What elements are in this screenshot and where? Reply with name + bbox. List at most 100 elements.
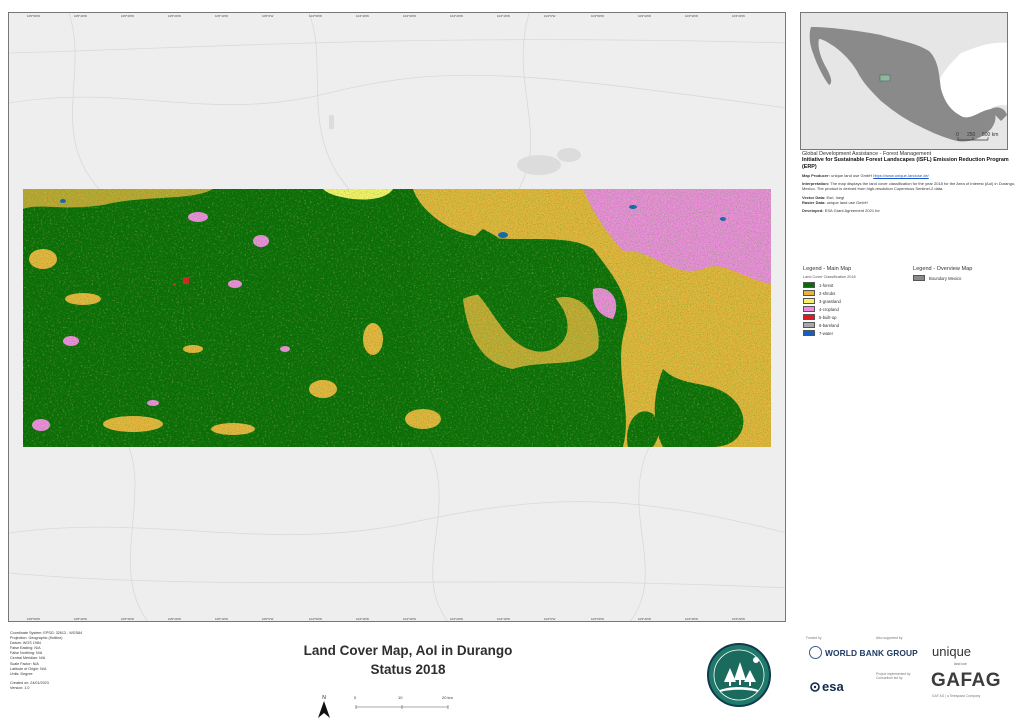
overview-map[interactable]: 0 250 500 km [800,12,1008,150]
legend-item-water: 7-water [803,329,913,337]
supported-by-caption: Also supported by [876,636,903,640]
legend-item-built-up: 5-built-up [803,313,913,321]
legend-item-boundary-mexico: Boundary Mexico [913,274,1013,282]
project-name: Initiative for Sustainable Forest Landsc… [802,157,1009,170]
tick-label-bottom: 104°50'W [309,617,322,621]
legend-swatch [803,322,815,328]
tick-label-top: 104°50'W [309,14,322,18]
producer-text: unique land use GmbH [831,173,873,179]
legend-main-title: Legend - Main Map [803,266,852,272]
legend-item-bareland: 6-bareland [803,321,913,329]
legend-label: 1-forest [819,282,834,288]
legend-overview-title: Legend - Overview Map [913,266,973,272]
esa-mark-icon [810,681,820,692]
raster-data-label: Raster Data: [802,199,826,205]
north-label: N [322,695,326,701]
tick-label-top: 104°0'W [544,14,556,18]
tick-label-bottom: 104°20'W [450,617,463,621]
legend-label: 2-shrubs [819,290,836,296]
tick-label-top: 104°10'W [497,14,510,18]
developed-text: ESA Grant Agreement 2021 for [824,208,880,214]
tick-label-top: 105°10'W [215,14,228,18]
legend-label: 7-water [819,330,833,336]
tick-label-bottom: 104°10'W [497,617,510,621]
legend-item-forest: 1-forest [803,281,913,289]
tick-label-top: 103°20'W [732,14,745,18]
coordinate-system-metadata: Coordinate System: EPSG: 32613 - WGS84 P… [10,631,170,691]
legend-item-cropland: 4-cropland [803,305,913,313]
legend-swatch [803,314,815,320]
tick-label-top: 103°50'W [591,14,604,18]
tick-label-top: 103°30'W [685,14,698,18]
map-title-line1: Land Cover Map, AoI in Durango [303,643,513,658]
legend-main-subtitle: Land Cover Classification 2018 [803,275,856,279]
main-map-frame[interactable]: 105°50'W 105°40'W 105°30'W 105°20'W 105°… [8,12,786,622]
world-bank-globe-icon [809,646,822,659]
overview-scale-0: 0 [956,132,959,138]
scale-label-20: 20 km [442,695,453,700]
overview-scale-end: 500 km [982,132,998,138]
tick-label-bottom: 103°40'W [638,617,651,621]
land-cover-raster [23,189,771,447]
interpretation: Interpretation: The map displays the lan… [802,181,1016,191]
unique-logo: unique land use [932,643,972,666]
world-bank-logo: WORLD BANK GROUP [809,646,918,659]
partners-logos: Funded by Also supported by WORLD BANK G… [800,632,1020,720]
tick-label-top: 105°20'W [168,14,181,18]
tick-label-bottom: 104°40'W [356,617,369,621]
tick-label-bottom: 105°0'W [262,617,274,621]
legend-item-grassland: 3-grassland [803,297,913,305]
legend-label: 6-bareland [819,322,840,328]
legend-label: Boundary Mexico [929,275,962,281]
tick-label-bottom: 105°30'W [121,617,134,621]
legend-overview-map: Legend - Overview Map Boundary Mexico [913,266,1013,282]
esa-label: esa [822,679,844,694]
bottom-graticule-labels: 105°50'W 105°40'W 105°30'W 105°20'W 105°… [9,616,785,621]
legend-label: 3-grassland [819,298,841,304]
legend-label: 4-cropland [819,306,839,312]
map-producer: Map Producer: unique land use GmbH https… [802,173,1016,178]
legend-swatch [803,330,815,336]
tick-label-bottom: 104°0'W [544,617,556,621]
tick-label-bottom: 105°50'W [27,617,40,621]
tick-label-top: 103°40'W [638,14,651,18]
tick-label-top: 105°40'W [74,14,87,18]
tick-label-top: 105°30'W [121,14,134,18]
world-bank-label: WORLD BANK GROUP [825,647,918,658]
version: Version: 1.0 [10,685,30,690]
unique-label: unique [932,644,972,659]
scale-bar: 0 10 20 km [352,695,472,719]
developed-label: Developed: [802,208,824,214]
legend-swatch [803,282,815,288]
legend-swatch [803,306,815,312]
tick-label-top: 105°0'W [262,14,274,18]
tick-label-bottom: 103°50'W [591,617,604,621]
raster-data-text: unique land use GmbH [826,199,868,205]
tick-label-bottom: 105°10'W [215,617,228,621]
top-graticule-labels: 105°50'W 105°40'W 105°30'W 105°20'W 105°… [9,13,785,21]
data-sources: Vector Data: Esri, Inegi Raster Data: un… [802,195,1016,205]
scale-bar-graphic [355,705,449,709]
project-logo-icon [707,643,771,707]
tick-label-bottom: 104°30'W [403,617,416,621]
meta-line: Units: Degree [10,671,33,676]
legend-swatch [803,298,815,304]
tick-label-bottom: 105°40'W [74,617,87,621]
scale-label-10: 10 [398,695,403,700]
legend-swatch [913,275,925,281]
tick-label-top: 104°40'W [356,14,369,18]
legend-swatch [803,290,815,296]
legend-label: 5-built-up [819,314,837,320]
tick-label-top: 104°20'W [450,14,463,18]
producer-link[interactable]: https://www.unique-landuse.de/ [873,173,929,178]
developed-info: Developed: ESA Grant Agreement 2021 for [802,208,1016,213]
tick-label-bottom: 105°20'W [168,617,181,621]
producer-label: Map Producer: [802,173,831,179]
map-info-panel: Global Development Assistance - Forest M… [802,151,1016,213]
interpretation-text: The map displays the land cover classifi… [802,181,1016,192]
legend-item-shrubs: 2-shrubs [803,289,913,297]
tick-label-top: 104°30'W [403,14,416,18]
unique-sub-label: land use [954,662,967,666]
overview-mexico: 0 250 500 km [801,13,1007,149]
north-arrow-icon: N [318,695,330,718]
